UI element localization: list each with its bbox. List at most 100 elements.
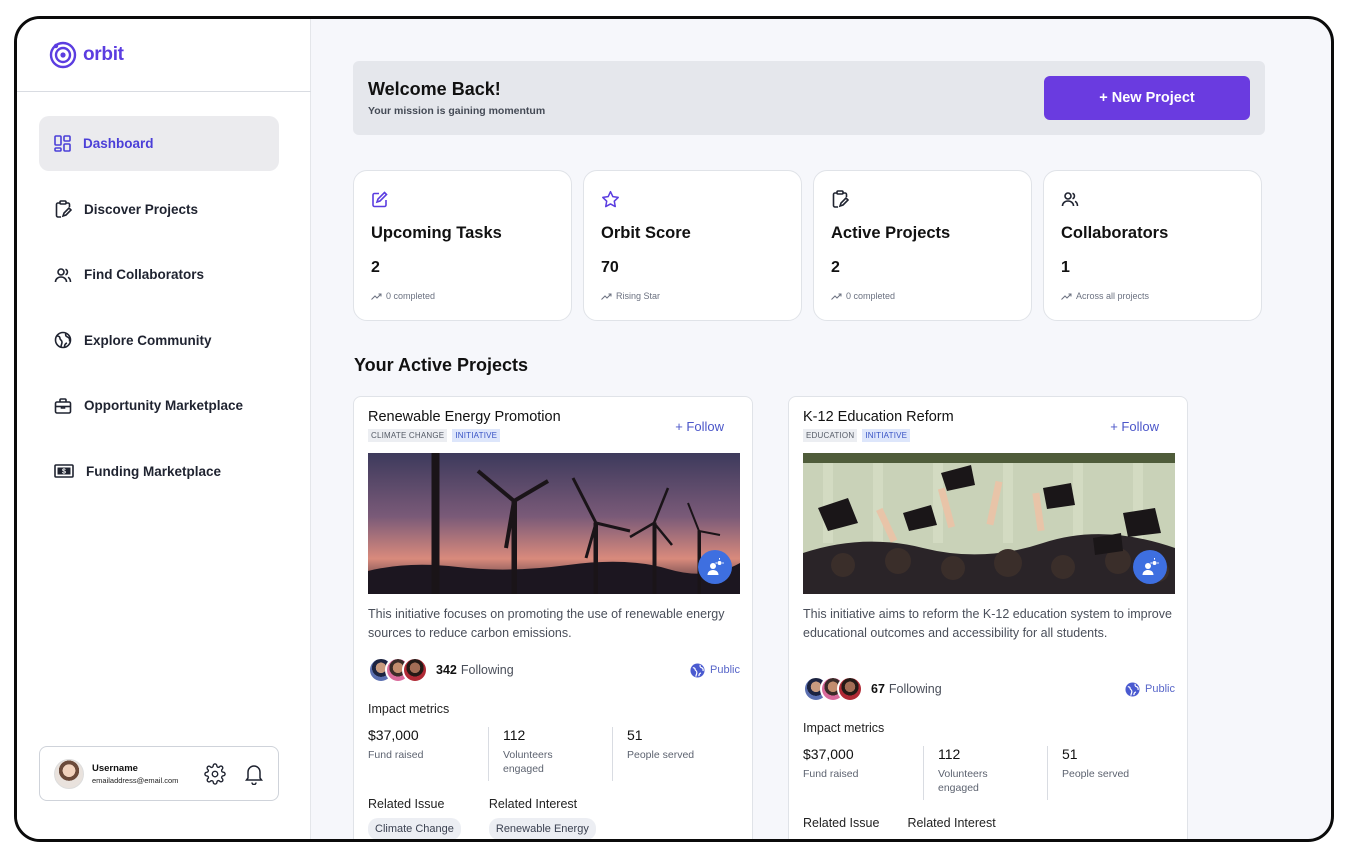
metrics-title: Impact metrics <box>803 721 885 735</box>
globe-icon <box>1125 681 1140 697</box>
stat-card-active-projects[interactable]: Active Projects 2 0 completed <box>813 170 1032 321</box>
related-section: Related Issue Related Interest <box>803 816 996 830</box>
users-icon <box>54 267 72 282</box>
metric-value: 51 <box>627 727 643 743</box>
stat-note-text: Rising Star <box>616 291 661 301</box>
follow-button[interactable]: + Follow <box>675 419 724 434</box>
sidebar-item-label: Funding Marketplace <box>86 463 222 479</box>
impact-metrics: $37,000 Fund raised 112 Volunteers engag… <box>803 746 1175 800</box>
wind-turbines-image <box>368 453 740 594</box>
project-image[interactable] <box>368 453 740 594</box>
stat-card-upcoming-tasks[interactable]: Upcoming Tasks 2 0 completed <box>353 170 572 321</box>
stat-note-text: Across all projects <box>1076 291 1150 301</box>
bell-icon[interactable] <box>244 763 264 785</box>
related-section: Related Issue Climate Change Related Int… <box>368 797 596 839</box>
trend-up-icon <box>601 293 612 300</box>
main-content: Welcome Back! Your mission is gaining mo… <box>311 19 1331 839</box>
orbit-logo-icon <box>49 41 77 69</box>
stat-card-collaborators[interactable]: Collaborators 1 Across all projects <box>1043 170 1262 321</box>
logo[interactable]: orbit <box>49 41 124 69</box>
welcome-subtitle: Your mission is gaining momentum <box>368 105 546 117</box>
stats-row: Upcoming Tasks 2 0 completed Orbit Score… <box>353 170 1262 321</box>
trend-up-icon <box>1061 293 1072 300</box>
sidebar-item-dashboard[interactable]: Dashboard <box>39 116 279 171</box>
sidebar-item-explore-community[interactable]: Explore Community <box>39 313 279 368</box>
new-project-button[interactable]: + New Project <box>1044 76 1250 120</box>
metric-value: 51 <box>1062 746 1078 762</box>
metric-volunteers: 112 Volunteers engaged <box>488 727 612 781</box>
metric-label: Fund raised <box>803 768 859 780</box>
metrics-title: Impact metrics <box>368 702 450 716</box>
related-issue: Related Issue Climate Change <box>368 797 461 839</box>
project-tag[interactable]: INITIATIVE <box>452 429 501 442</box>
following-label: Following <box>460 663 514 677</box>
stat-note: 0 completed <box>831 291 895 301</box>
related-issue-chip[interactable]: Climate Change <box>368 818 461 839</box>
sidebar-item-label: Discover Projects <box>84 201 199 217</box>
visibility-label: Public <box>1145 683 1175 695</box>
metric-label: Volunteers engaged <box>938 768 988 794</box>
project-tag[interactable]: INITIATIVE <box>862 429 911 442</box>
sidebar-item-opportunity-marketplace[interactable]: Opportunity Marketplace <box>39 378 279 433</box>
stat-value: 2 <box>371 259 380 276</box>
stat-title: Active Projects <box>831 224 951 242</box>
svg-text:$: $ <box>62 469 66 476</box>
sidebar-item-find-collaborators[interactable]: Find Collaborators <box>39 247 279 302</box>
volunteer-idea-icon <box>707 558 724 575</box>
sidebar-nav: Dashboard Discover Projects Find Collabo… <box>39 116 279 509</box>
section-title: Your Active Projects <box>354 355 529 375</box>
visibility-badge: Public <box>1125 681 1175 697</box>
stat-note-text: 0 completed <box>846 291 896 301</box>
project-card[interactable]: Renewable Energy Promotion CLIMATE CHANG… <box>353 396 753 839</box>
follower-avatars[interactable] <box>368 657 428 683</box>
project-card[interactable]: K-12 Education Reform EDUCATION INITIATI… <box>788 396 1188 839</box>
metric-label: People served <box>627 749 695 761</box>
metric-value: $37,000 <box>368 727 419 743</box>
metric-label: Volunteers engaged <box>503 749 553 775</box>
user-card[interactable]: Username emailaddress@email.com <box>39 746 279 801</box>
visibility-badge: Public <box>690 662 740 678</box>
user-name: Username <box>92 762 138 774</box>
brand-name: orbit <box>83 44 124 65</box>
welcome-title: Welcome Back! <box>368 79 501 99</box>
dashboard-icon <box>54 135 71 152</box>
trend-up-icon <box>371 293 382 300</box>
money-icon: $ <box>54 464 74 478</box>
globe-icon <box>54 331 72 349</box>
followers-row: 67 Following Public <box>803 676 1175 702</box>
sidebar-item-discover-projects[interactable]: Discover Projects <box>39 182 279 237</box>
avatar[interactable] <box>54 758 84 789</box>
related-interest: Related Interest <box>907 816 995 830</box>
stat-note: Rising Star <box>601 291 660 301</box>
trend-up-icon <box>831 293 842 300</box>
welcome-banner: Welcome Back! Your mission is gaining mo… <box>353 61 1265 135</box>
following-label: Following <box>888 682 942 696</box>
metric-people-served: 51 People served <box>612 727 736 781</box>
related-issue-title: Related Issue <box>368 797 445 811</box>
stat-value: 2 <box>831 259 840 276</box>
following-count: 342 <box>436 663 457 677</box>
project-badge[interactable] <box>1133 550 1167 584</box>
impact-metrics: $37,000 Fund raised 112 Volunteers engag… <box>368 727 740 781</box>
gear-icon[interactable] <box>204 762 226 785</box>
metric-value: $37,000 <box>803 746 854 762</box>
metric-value: 112 <box>503 727 526 743</box>
stat-title: Upcoming Tasks <box>371 224 502 242</box>
metric-volunteers: 112 Volunteers engaged <box>923 746 1047 800</box>
project-tag[interactable]: CLIMATE CHANGE <box>368 429 448 442</box>
project-badge[interactable] <box>698 550 732 584</box>
metric-fund-raised: $37,000 Fund raised <box>368 727 488 781</box>
project-image[interactable] <box>803 453 1175 594</box>
app-window: orbit Dashboard Discover Projects Find C… <box>14 16 1334 842</box>
stat-card-orbit-score[interactable]: Orbit Score 70 Rising Star <box>583 170 802 321</box>
follower-avatars[interactable] <box>803 676 863 702</box>
metric-people-served: 51 People served <box>1047 746 1171 800</box>
volunteer-idea-icon <box>1142 558 1159 575</box>
related-interest: Related Interest Renewable Energy <box>488 797 596 839</box>
follow-button[interactable]: + Follow <box>1110 419 1159 434</box>
project-tag[interactable]: EDUCATION <box>803 429 858 442</box>
related-interest-chip[interactable]: Renewable Energy <box>488 818 596 839</box>
following-count: 67 <box>871 682 885 696</box>
sidebar-item-funding-marketplace[interactable]: $ Funding Marketplace <box>39 444 279 499</box>
related-interest-title: Related Interest <box>488 797 578 811</box>
